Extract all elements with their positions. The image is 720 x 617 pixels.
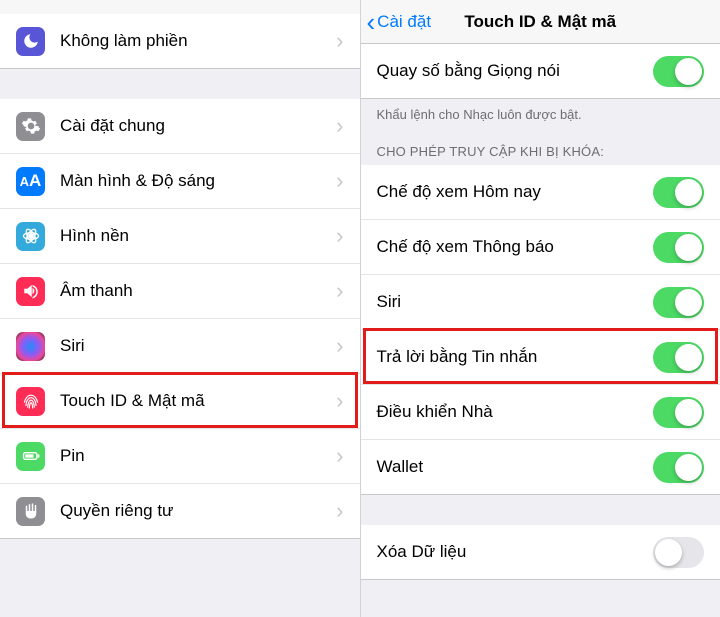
row-label: Chế độ xem Thông báo	[377, 237, 654, 257]
toggle-today[interactable]	[653, 177, 704, 208]
row-label: Không làm phiền	[60, 31, 336, 51]
row-siri[interactable]: Siri ›	[0, 319, 360, 374]
toggle-home[interactable]	[653, 397, 704, 428]
header-right: ‹ Cài đặt Touch ID & Mật mã	[361, 0, 720, 44]
row-label: Quay số bằng Giọng nói	[377, 61, 654, 81]
toggle-siri[interactable]	[653, 287, 704, 318]
row-wallet[interactable]: Wallet	[361, 440, 720, 495]
footer-text: Khẩu lệnh cho Nhạc luôn được bật.	[361, 99, 720, 128]
toggle-voice-dial[interactable]	[653, 56, 704, 87]
settings-main-pane: Cài đặt Không làm phiền ›	[0, 0, 361, 617]
chevron-right-icon: ›	[336, 443, 343, 469]
chevron-right-icon: ›	[336, 113, 343, 139]
touchid-detail-pane: ‹ Cài đặt Touch ID & Mật mã Quay số bằng…	[361, 0, 720, 617]
row-label: Điều khiển Nhà	[377, 402, 654, 422]
row-label: Âm thanh	[60, 281, 336, 301]
group-gap	[361, 495, 720, 525]
moon-icon	[16, 27, 45, 56]
chevron-right-icon: ›	[336, 333, 343, 359]
row-label: Touch ID & Mật mã	[60, 391, 336, 411]
back-button[interactable]: ‹ Cài đặt	[367, 0, 432, 44]
flower-icon	[16, 222, 45, 251]
row-display[interactable]: AA Màn hình & Độ sáng ›	[0, 154, 360, 209]
row-label: Trả lời bằng Tin nhắn	[377, 347, 654, 367]
battery-icon	[16, 442, 45, 471]
row-reply-message[interactable]: Trả lời bằng Tin nhắn	[361, 330, 720, 385]
row-wallpaper[interactable]: Hình nền ›	[0, 209, 360, 264]
text-size-icon: AA	[16, 167, 45, 196]
chevron-right-icon: ›	[336, 498, 343, 524]
row-label: Cài đặt chung	[60, 116, 336, 136]
row-notifications-view[interactable]: Chế độ xem Thông báo	[361, 220, 720, 275]
row-today-view[interactable]: Chế độ xem Hôm nay	[361, 165, 720, 220]
toggle-wallet[interactable]	[653, 452, 704, 483]
row-voice-dial[interactable]: Quay số bằng Giọng nói	[361, 44, 720, 99]
toggle-notifications[interactable]	[653, 232, 704, 263]
chevron-right-icon: ›	[336, 168, 343, 194]
row-home-control[interactable]: Điều khiển Nhà	[361, 385, 720, 440]
row-general[interactable]: Cài đặt chung ›	[0, 99, 360, 154]
fingerprint-icon	[16, 387, 45, 416]
row-label: Màn hình & Độ sáng	[60, 171, 336, 191]
row-label: Quyền riêng tư	[60, 501, 336, 521]
speaker-icon	[16, 277, 45, 306]
section-header: CHO PHÉP TRUY CẬP KHI BỊ KHÓA:	[361, 128, 720, 165]
row-erase-data[interactable]: Xóa Dữ liệu	[361, 525, 720, 580]
chevron-right-icon: ›	[336, 28, 343, 54]
row-label: Chế độ xem Hôm nay	[377, 182, 654, 202]
row-sound[interactable]: Âm thanh ›	[0, 264, 360, 319]
back-label: Cài đặt	[377, 12, 431, 32]
row-siri-access[interactable]: Siri	[361, 275, 720, 330]
hand-icon	[16, 497, 45, 526]
gear-icon	[16, 112, 45, 141]
row-label: Wallet	[377, 457, 654, 477]
siri-icon	[16, 332, 45, 361]
header-title: Touch ID & Mật mã	[464, 12, 616, 32]
group-gap	[0, 69, 360, 99]
chevron-right-icon: ›	[336, 278, 343, 304]
row-privacy[interactable]: Quyền riêng tư ›	[0, 484, 360, 539]
toggle-erase[interactable]	[653, 537, 704, 568]
chevron-right-icon: ›	[336, 223, 343, 249]
row-battery[interactable]: Pin ›	[0, 429, 360, 484]
row-label: Hình nền	[60, 226, 336, 246]
row-label: Xóa Dữ liệu	[377, 542, 654, 562]
toggle-reply-message[interactable]	[653, 342, 704, 373]
chevron-right-icon: ›	[336, 388, 343, 414]
row-touchid[interactable]: Touch ID & Mật mã ›	[0, 374, 360, 429]
row-label: Siri	[60, 336, 336, 356]
row-dnd[interactable]: Không làm phiền ›	[0, 14, 360, 69]
chevron-left-icon: ‹	[367, 9, 376, 35]
row-label: Pin	[60, 446, 336, 466]
row-label: Siri	[377, 292, 654, 312]
